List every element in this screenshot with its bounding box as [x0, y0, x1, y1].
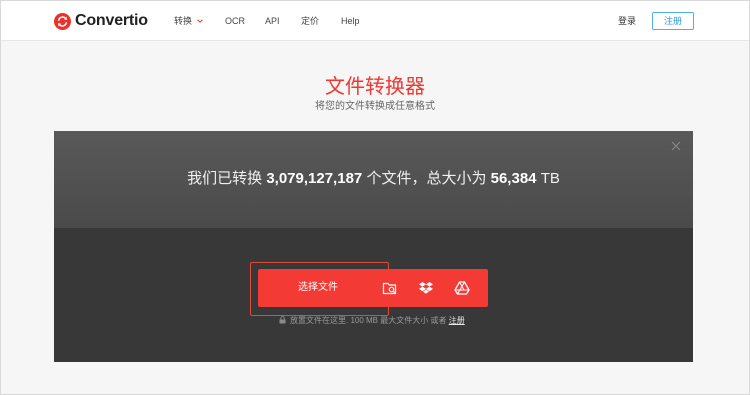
hint-signup-link[interactable]: 注册	[449, 316, 465, 325]
close-icon[interactable]	[671, 141, 681, 151]
total-size: 56,384	[490, 170, 537, 187]
nav-item-ocr[interactable]: OCR	[225, 15, 245, 27]
page-subtitle: 将您的文件转换成任意格式	[315, 101, 435, 112]
convertio-logo-icon	[54, 12, 71, 30]
hint-text: 放置文件在这里. 100 MB 最大文件大小 或者	[290, 316, 447, 325]
upload-bar: 选择文件	[258, 269, 488, 307]
stats-middle: 个文件，总大小为	[366, 170, 487, 187]
drop-hint: 放置文件在这里. 100 MB 最大文件大小 或者 注册	[279, 316, 465, 326]
folder-search-icon[interactable]	[382, 280, 398, 296]
page-title: 文件转换器	[325, 76, 425, 98]
size-unit: TB	[540, 170, 560, 187]
nav-item-help[interactable]: Help	[341, 15, 360, 27]
nav-item-label: 转换	[174, 16, 193, 26]
nav-item-convert[interactable]: 转换	[174, 15, 204, 27]
chevron-down-icon	[197, 19, 203, 23]
choose-file-button[interactable]: 选择文件	[298, 282, 338, 294]
dropbox-icon[interactable]	[418, 280, 434, 296]
conversion-stats: 我们已转换 3,079,127,187 个文件，总大小为 56,384 TB	[54, 170, 693, 188]
signup-button[interactable]: 注册	[652, 12, 694, 30]
nav-item-api[interactable]: API	[265, 15, 280, 27]
top-navbar: Convertio 转换 OCR API 定价 Help 登录 注册	[1, 1, 749, 41]
brand-logo[interactable]: Convertio	[54, 12, 148, 30]
lock-icon	[279, 316, 286, 324]
google-drive-icon[interactable]	[454, 280, 470, 296]
login-link[interactable]: 登录	[618, 15, 636, 27]
brand-name: Convertio	[75, 12, 148, 29]
upload-panel[interactable]: 我们已转换 3,079,127,187 个文件，总大小为 56,384 TB 选…	[54, 131, 693, 362]
files-count: 3,079,127,187	[266, 170, 363, 187]
stats-prefix: 我们已转换	[187, 170, 263, 187]
nav-item-pricing[interactable]: 定价	[301, 15, 319, 27]
